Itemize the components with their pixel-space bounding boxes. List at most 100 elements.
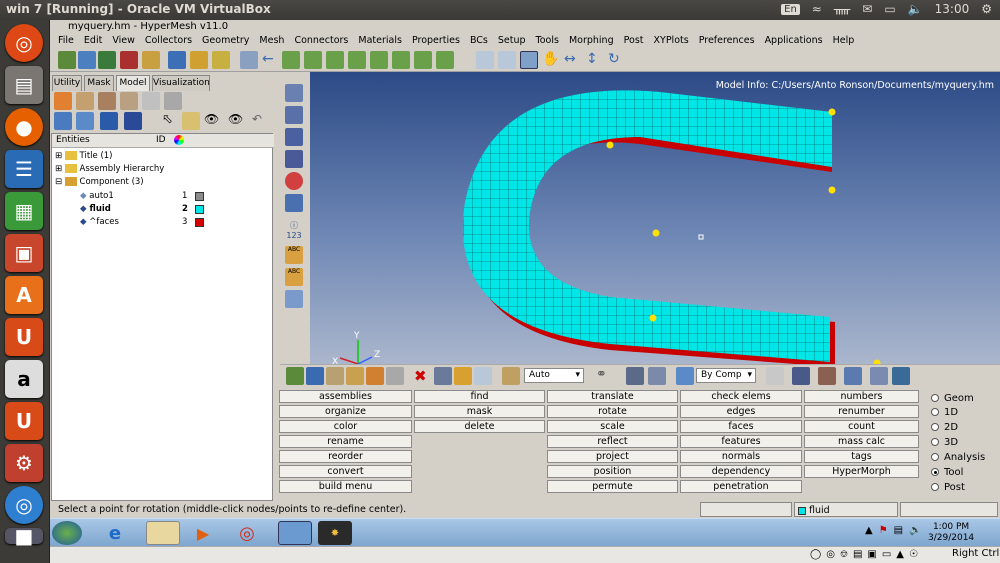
media-player-icon[interactable]: ▶	[186, 521, 220, 545]
color-swatch-faces[interactable]	[195, 218, 204, 227]
internet-explorer-icon[interactable]: e	[98, 521, 132, 545]
tree-row-auto1[interactable]: ◆ auto1 1	[80, 190, 270, 203]
zoom-icon[interactable]	[240, 51, 258, 69]
rotate-view-icon[interactable]	[520, 51, 538, 69]
taskbar-clock[interactable]: 1:00 PM 3/29/2014	[928, 522, 974, 544]
material-view-icon[interactable]	[98, 92, 116, 110]
tab-model[interactable]: Model	[116, 75, 150, 91]
explorer-folder-icon[interactable]	[146, 521, 180, 545]
ubuntu-one-music-icon[interactable]: U	[5, 402, 43, 440]
color-header[interactable]	[170, 134, 274, 148]
system-collector-icon[interactable]	[164, 92, 182, 110]
import-icon[interactable]	[98, 51, 116, 69]
axis-view-7-icon[interactable]	[414, 51, 432, 69]
menu-bcs[interactable]: BCs	[465, 34, 493, 48]
scale-button[interactable]: scale	[547, 420, 678, 433]
reorder-button[interactable]: reorder	[279, 450, 412, 463]
menu-collectors[interactable]: Collectors	[140, 34, 197, 48]
shading-icon[interactable]	[648, 367, 666, 385]
menu-mesh[interactable]: Mesh	[254, 34, 289, 48]
menu-setup[interactable]: Setup	[493, 34, 531, 48]
menu-geometry[interactable]: Geometry	[197, 34, 254, 48]
pan-hand-icon[interactable]: ✋	[542, 51, 560, 69]
more-display-icon[interactable]	[386, 367, 404, 385]
tab-mask[interactable]: Mask	[84, 75, 114, 91]
show-icon[interactable]	[454, 367, 472, 385]
axis-view-1-icon[interactable]	[282, 51, 300, 69]
project-button[interactable]: project	[547, 450, 678, 463]
menu-materials[interactable]: Materials	[353, 34, 407, 48]
by-comp-select[interactable]: By Comp ▾	[696, 368, 756, 383]
permute-button[interactable]: permute	[547, 480, 678, 493]
amazon-icon[interactable]: a	[5, 360, 43, 398]
build-menu-button[interactable]: build menu	[279, 480, 412, 493]
settings-gear-icon[interactable]: ⚙	[981, 2, 992, 16]
menu-connectors[interactable]: Connectors	[289, 34, 353, 48]
convert-button[interactable]: convert	[279, 465, 412, 478]
tab-utility[interactable]: Utility	[52, 75, 82, 91]
tray-expand-icon[interactable]: ▲	[865, 525, 873, 536]
node-point[interactable]	[606, 141, 614, 149]
component-view-icon[interactable]	[54, 92, 72, 110]
tree-row-fluid[interactable]: ◆ fluid 2	[80, 203, 270, 216]
reverse-icon[interactable]	[474, 367, 492, 385]
rotate-button[interactable]: rotate	[547, 405, 678, 418]
chrome-icon[interactable]: ◎	[230, 521, 264, 545]
select-pointer-icon[interactable]: ⬁	[162, 112, 180, 130]
lighting-icon[interactable]	[626, 367, 644, 385]
numbers-icon[interactable]: ⓘ 123	[285, 220, 303, 240]
ubuntu-dash-icon[interactable]: ◎	[5, 24, 43, 62]
assemblies-button[interactable]: assemblies	[279, 390, 412, 403]
display-icon[interactable]: ▭	[882, 549, 891, 560]
keyboard-layout-indicator[interactable]: En	[781, 3, 800, 15]
radio-2d[interactable]: 2D	[931, 420, 958, 434]
filter-icon[interactable]	[100, 112, 118, 130]
node-point[interactable]	[828, 186, 836, 194]
files-icon[interactable]: ▤	[5, 66, 43, 104]
transparency-icon[interactable]: ⚭	[596, 367, 614, 385]
translate-button[interactable]: translate	[547, 390, 678, 403]
monitor-icon[interactable]	[892, 367, 910, 385]
menu-tools[interactable]: Tools	[531, 34, 564, 48]
axis-view-3-icon[interactable]	[326, 51, 344, 69]
tray-volume-icon[interactable]: 🔈	[909, 525, 921, 536]
battery-icon[interactable]: ▭	[884, 2, 895, 16]
radio-geom[interactable]: Geom	[931, 391, 974, 405]
hyperview-taskbar-icon[interactable]: ✸	[318, 521, 352, 545]
renumber-button[interactable]: renumber	[804, 405, 919, 418]
solid-mode-icon[interactable]	[792, 367, 810, 385]
display-all-icon[interactable]	[54, 112, 72, 130]
position-button[interactable]: position	[547, 465, 678, 478]
check-elems-button[interactable]: check elems	[680, 390, 802, 403]
mass-calc-button[interactable]: mass calc	[804, 435, 919, 448]
grid-layout-icon[interactable]	[870, 367, 888, 385]
menu-properties[interactable]: Properties	[407, 34, 465, 48]
color-mode-select[interactable]: Auto ▾	[524, 368, 584, 383]
chromium-icon[interactable]: ◎	[5, 486, 43, 524]
hypermorph-button[interactable]: HyperMorph	[804, 465, 919, 478]
tree-row-title[interactable]: ⊞ Title (1)	[55, 150, 113, 163]
menu-edit[interactable]: Edit	[79, 34, 107, 48]
status-component-field[interactable]: fluid	[794, 502, 898, 517]
tree-row-faces[interactable]: ◆ ^faces 3	[80, 216, 270, 229]
axis-view-5-icon[interactable]	[370, 51, 388, 69]
load-collector-icon[interactable]	[142, 92, 160, 110]
shaded-icon[interactable]	[285, 84, 303, 102]
hide-icon[interactable]	[434, 367, 452, 385]
user-profile-icon[interactable]	[168, 51, 186, 69]
radio-analysis[interactable]: Analysis	[931, 450, 985, 464]
delete-button[interactable]: delete	[414, 420, 545, 433]
radio-1d[interactable]: 1D	[931, 405, 958, 419]
menu-view[interactable]: View	[107, 34, 140, 48]
network-icon[interactable]: ▤	[853, 549, 862, 560]
node-point[interactable]	[828, 108, 836, 116]
menu-preferences[interactable]: Preferences	[694, 34, 760, 48]
color-swatch-auto1[interactable]	[195, 192, 204, 201]
optical-icon[interactable]: ◎	[826, 549, 835, 560]
label-abc-2-icon[interactable]: ABC	[285, 268, 303, 286]
shared-folder-icon[interactable]: ▣	[867, 549, 876, 560]
library-icon[interactable]	[190, 51, 208, 69]
rotation-center-point[interactable]	[652, 229, 660, 237]
element-display-icon[interactable]	[306, 367, 324, 385]
delete-x-icon[interactable]: ✖	[414, 367, 432, 385]
